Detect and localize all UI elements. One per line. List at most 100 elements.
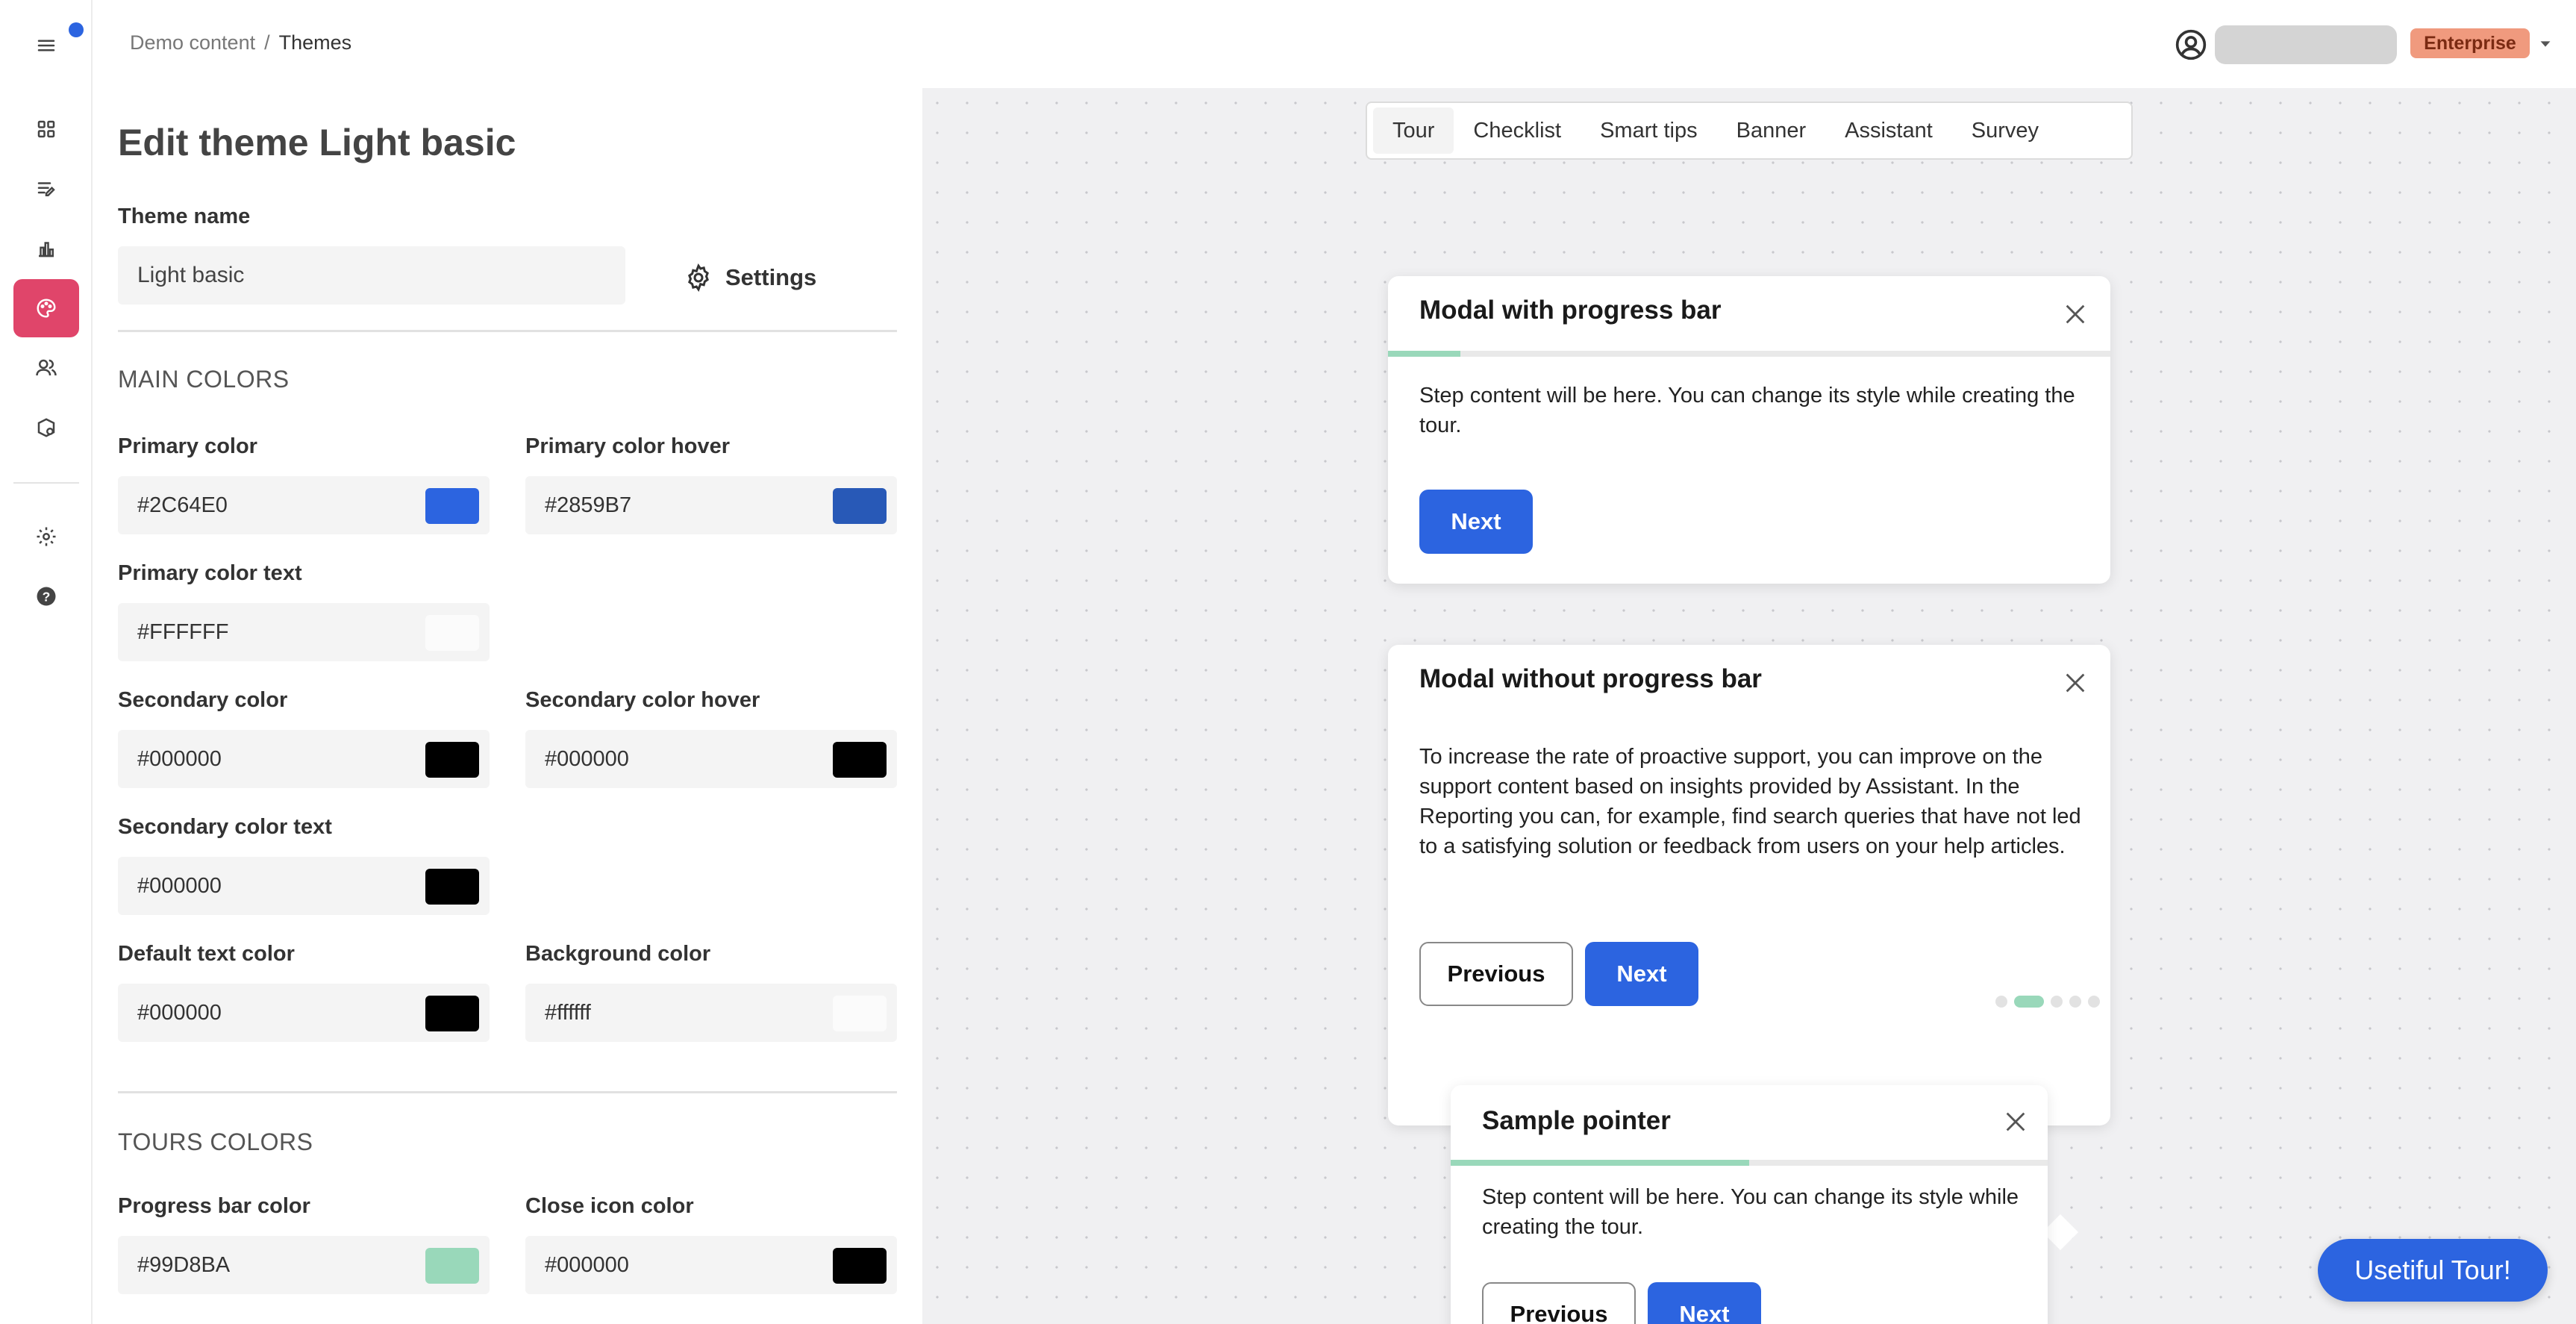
close-icon-color-field[interactable]: #000000 (525, 1236, 897, 1294)
tab-survey[interactable]: Survey (1952, 107, 2058, 154)
primary-color-swatch[interactable] (425, 488, 479, 524)
card-title: Modal without progress bar (1419, 664, 1762, 693)
primary-color-hover-value: #2859B7 (545, 493, 632, 517)
secondary-color-hover-field[interactable]: #000000 (525, 730, 897, 788)
step-dot (2051, 996, 2063, 1008)
help-icon: ? (37, 587, 56, 606)
settings-button[interactable]: Settings (684, 255, 816, 300)
sidebar-item-users[interactable] (13, 339, 79, 397)
close-icon-color-label: Close icon color (525, 1194, 694, 1218)
progress-bar-color-value: #99D8BA (137, 1252, 231, 1277)
preview-tabs: Tour Checklist Smart tips Banner Assista… (1366, 102, 2133, 160)
divider (118, 330, 897, 332)
primary-color-text-label: Primary color text (118, 561, 302, 585)
previous-button[interactable]: Previous (1482, 1282, 1636, 1324)
progress-bar-color-label: Progress bar color (118, 1194, 310, 1218)
chevron-down-icon[interactable] (2537, 36, 2554, 52)
primary-color-hover-field[interactable]: #2859B7 (525, 476, 897, 534)
sidebar-item-reports[interactable] (13, 219, 79, 278)
sidebar-item-content[interactable] (13, 160, 79, 218)
breadcrumb-parent[interactable]: Demo content (130, 31, 255, 54)
secondary-color-hover-value: #000000 (545, 746, 629, 771)
content-icon (37, 182, 55, 196)
progress-bar-fill (1451, 1160, 1749, 1166)
step-indicator (1995, 996, 2100, 1008)
default-text-color-field[interactable]: #000000 (118, 984, 490, 1042)
progress-bar (1388, 351, 2110, 357)
secondary-color-swatch[interactable] (425, 742, 479, 778)
close-icon[interactable] (2003, 1109, 2028, 1134)
close-icon[interactable] (2063, 670, 2088, 696)
secondary-color-text-swatch[interactable] (425, 869, 479, 905)
close-icon-color-swatch[interactable] (833, 1248, 887, 1284)
background-color-label: Background color (525, 942, 711, 966)
primary-color-hover-label: Primary color hover (525, 434, 730, 458)
user-name-placeholder[interactable] (2215, 25, 2397, 64)
progress-bar-color-swatch[interactable] (425, 1248, 479, 1284)
account-icon[interactable] (2175, 28, 2207, 61)
breadcrumb-separator: / (264, 31, 270, 54)
secondary-color-hover-swatch[interactable] (833, 742, 887, 778)
primary-color-field[interactable]: #2C64E0 (118, 476, 490, 534)
previous-button[interactable]: Previous (1419, 942, 1573, 1006)
next-button[interactable]: Next (1585, 942, 1698, 1006)
svg-text:?: ? (43, 589, 51, 604)
tab-banner[interactable]: Banner (1717, 107, 1826, 154)
sidebar-divider (13, 482, 79, 484)
divider (118, 1091, 897, 1093)
integrations-icon (37, 418, 55, 437)
secondary-color-field[interactable]: #000000 (118, 730, 490, 788)
pointer-arrow (2042, 1214, 2079, 1251)
default-text-color-swatch[interactable] (425, 996, 479, 1031)
next-button[interactable]: Next (1648, 1282, 1761, 1324)
notification-dot (69, 22, 84, 37)
plan-badge[interactable]: Enterprise (2410, 28, 2530, 58)
breadcrumb-current: Themes (278, 31, 352, 54)
preview-canvas: Tour Checklist Smart tips Banner Assista… (922, 88, 2576, 1324)
default-text-color-value: #000000 (137, 1000, 222, 1025)
sidebar-item-dashboard[interactable] (13, 100, 79, 158)
card-body: Step content will be here. You can chang… (1419, 384, 2075, 437)
step-dot (2088, 996, 2100, 1008)
background-color-swatch[interactable] (833, 996, 887, 1031)
primary-color-hover-swatch[interactable] (833, 488, 887, 524)
tab-assistant[interactable]: Assistant (1825, 107, 1952, 154)
default-text-color-label: Default text color (118, 942, 295, 966)
tab-checklist[interactable]: Checklist (1454, 107, 1581, 154)
card-body: To increase the rate of proactive suppor… (1419, 745, 2081, 858)
modal-without-progress-card: Modal without progress bar To increase t… (1388, 645, 2110, 1125)
card-body: Step content will be here. You can chang… (1482, 1185, 2019, 1239)
sidebar-item-settings[interactable] (13, 508, 79, 566)
sidebar-item-integrations[interactable] (13, 399, 79, 457)
secondary-color-hover-label: Secondary color hover (525, 688, 760, 712)
progress-bar-color-field[interactable]: #99D8BA (118, 1236, 490, 1294)
secondary-color-text-label: Secondary color text (118, 815, 332, 839)
primary-color-text-swatch[interactable] (425, 615, 479, 651)
secondary-color-text-value: #000000 (137, 873, 222, 898)
sidebar-item-help[interactable]: ? (13, 567, 79, 625)
chart-icon (39, 242, 54, 257)
close-icon[interactable] (2063, 302, 2088, 327)
close-icon-color-value: #000000 (545, 1252, 629, 1277)
step-dot (1995, 996, 2007, 1008)
progress-bar (1451, 1160, 2048, 1166)
menu-icon (37, 40, 55, 51)
secondary-color-text-field[interactable]: #000000 (118, 857, 490, 915)
usetiful-launcher-button[interactable]: Usetiful Tour! (2318, 1239, 2548, 1302)
background-color-field[interactable]: #ffffff (525, 984, 897, 1042)
sidebar-item-themes[interactable] (13, 279, 79, 337)
gear-icon (37, 527, 56, 546)
theme-name-label: Theme name (118, 204, 251, 228)
primary-color-text-field[interactable]: #FFFFFF (118, 603, 490, 661)
dashboard-icon (37, 120, 55, 138)
users-icon (36, 359, 57, 376)
theme-editor-panel: Edit theme Light basic Theme name Light … (93, 88, 922, 1324)
palette-icon (37, 299, 56, 318)
next-button[interactable]: Next (1419, 490, 1533, 554)
sidebar: ? (0, 0, 93, 1324)
theme-name-input[interactable]: Light basic (118, 246, 625, 305)
main-colors-title: MAIN COLORS (118, 366, 290, 393)
tab-tour[interactable]: Tour (1373, 107, 1454, 154)
page-title: Edit theme Light basic (118, 122, 516, 163)
tab-smart-tips[interactable]: Smart tips (1581, 107, 1717, 154)
